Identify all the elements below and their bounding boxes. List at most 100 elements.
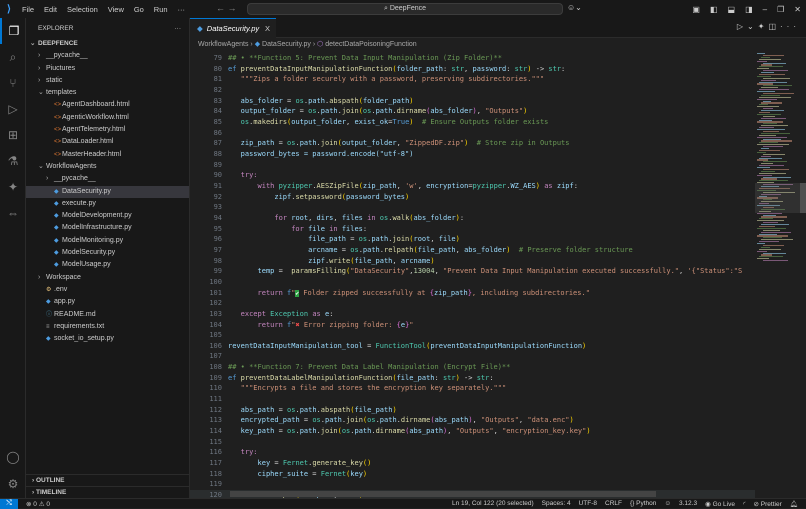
- cursor-position[interactable]: Ln 19, Col 122 (20 selected): [452, 500, 534, 507]
- tree-item[interactable]: ◆ModelInfrastructure.py: [26, 222, 189, 234]
- tree-item[interactable]: ⓘREADME.md: [26, 309, 189, 321]
- code-token: preventDataLabelManipulationFunction: [241, 374, 393, 382]
- code-token: exist_ok: [354, 118, 388, 126]
- tree-item[interactable]: ›__pycache__: [26, 50, 189, 62]
- workspace-root[interactable]: ⌄DEEPFENCE: [26, 38, 189, 50]
- tree-item[interactable]: ›Piuctures: [26, 63, 189, 75]
- tree-item[interactable]: ›Workspace: [26, 272, 189, 284]
- remote-indicator-icon[interactable]: ⤭: [0, 499, 18, 509]
- code-text: ## • **Function 5: Prevent Data Input Ma…: [228, 53, 502, 64]
- tree-item[interactable]: <>AgentTelemetry.html: [26, 124, 189, 136]
- tree-item[interactable]: ›__pycache__: [26, 173, 189, 185]
- breadcrumb-folder[interactable]: WorkflowAgents: [198, 41, 248, 48]
- tree-item[interactable]: ◆DataSecurity.py: [26, 186, 189, 198]
- copilot-edit-icon[interactable]: ✦: [758, 22, 769, 31]
- split-editor-icon[interactable]: ◫: [768, 22, 780, 31]
- search-view-icon[interactable]: ⌕: [0, 44, 26, 70]
- code-editor[interactable]: 79## • **Function 5: Prevent Data Input …: [190, 51, 755, 498]
- code-line: 83 abs_folder = os.path.abspath(folder_p…: [190, 96, 755, 107]
- back-forward-buttons[interactable]: ← →: [216, 3, 237, 13]
- copilot-status-icon[interactable]: ☺: [664, 500, 671, 507]
- menu-more[interactable]: ···: [178, 5, 186, 14]
- tree-item[interactable]: ⚙.env: [26, 284, 189, 296]
- tree-item[interactable]: ◆app.py: [26, 296, 189, 308]
- minimap[interactable]: [755, 51, 800, 498]
- tree-item[interactable]: ◆ModelSecurity.py: [26, 247, 189, 259]
- account-icon[interactable]: ◯: [0, 444, 26, 470]
- code-token: root: [291, 214, 308, 222]
- tree-item[interactable]: <>DataLoader.html: [26, 136, 189, 148]
- menu-view[interactable]: View: [108, 5, 124, 14]
- vertical-scrollbar[interactable]: [800, 51, 806, 498]
- code-token: arcname: [308, 246, 338, 254]
- menu-file[interactable]: File: [22, 5, 34, 14]
- timeline-section[interactable]: › TIMELINE: [26, 486, 190, 498]
- toggle-sidebar-icon[interactable]: ◧: [710, 5, 718, 14]
- explorer-icon[interactable]: ❐: [0, 18, 26, 44]
- notifications-bell-icon[interactable]: 🔔︎: [790, 500, 798, 508]
- tree-item[interactable]: ◆socket_io_setup.py: [26, 333, 189, 345]
- tree-item[interactable]: ›static: [26, 75, 189, 87]
- tree-item[interactable]: ◆ModelDevelopment.py: [26, 210, 189, 222]
- go-live-button[interactable]: ◉ Go Live: [705, 500, 735, 508]
- customize-layout-icon[interactable]: ▣: [692, 5, 700, 14]
- code-token: reventDataInputManipulation_tool: [228, 342, 363, 350]
- run-debug-icon[interactable]: ▷: [0, 96, 26, 122]
- toggle-panel-icon[interactable]: ⬓: [728, 5, 736, 14]
- problems-indicator[interactable]: ⊗ 0 ⚠ 0: [26, 500, 50, 508]
- tree-item[interactable]: ◆ModelMonitoring.py: [26, 235, 189, 247]
- menu-selection[interactable]: Selection: [67, 5, 98, 14]
- tree-item[interactable]: ≡requirements.txt: [26, 321, 189, 333]
- more-actions-icon[interactable]: ···: [780, 22, 800, 31]
- breadcrumb-symbol[interactable]: detectDataPoisoningFunction: [325, 41, 416, 48]
- scrollbar-thumb[interactable]: [800, 183, 806, 213]
- explorer-more-button[interactable]: ···: [175, 25, 182, 32]
- close-tab-icon[interactable]: X: [265, 24, 270, 33]
- code-token: abs_folder: [241, 97, 283, 105]
- restore-icon[interactable]: ❐: [777, 5, 784, 14]
- copilot-chat-icon[interactable]: ✦: [0, 174, 26, 200]
- tree-item[interactable]: <>MasterHeader.html: [26, 149, 189, 161]
- menu-edit[interactable]: Edit: [44, 5, 57, 14]
- remote-explorer-icon[interactable]: ⇔: [0, 200, 26, 226]
- source-control-icon[interactable]: ⑂: [0, 70, 26, 96]
- python-interpreter[interactable]: 3.12.3: [679, 500, 697, 507]
- code-token: folder_path: [363, 97, 409, 105]
- prettier-button[interactable]: ⊘ Prettier: [754, 500, 782, 508]
- toggle-secondary-sidebar-icon[interactable]: ◨: [745, 5, 753, 14]
- copilot-icon[interactable]: ☺⌄: [567, 3, 582, 12]
- encoding[interactable]: UTF-8: [579, 500, 597, 507]
- tree-item[interactable]: ◆execute.py: [26, 198, 189, 210]
- code-token: Exception: [270, 310, 308, 318]
- settings-gear-icon[interactable]: ⚙: [0, 471, 26, 497]
- language-mode[interactable]: {} Python: [630, 500, 656, 507]
- code-token: path: [308, 97, 325, 105]
- menu-go[interactable]: Go: [134, 5, 144, 14]
- run-python-icon[interactable]: ▷⌄: [737, 22, 758, 31]
- tree-item[interactable]: <>AgentDashboard.html: [26, 99, 189, 111]
- tree-item[interactable]: ⌄templates: [26, 87, 189, 99]
- menu-run[interactable]: Run: [154, 5, 168, 14]
- code-line: 91 with pyzipper.AESZipFile(zip_path, 'w…: [190, 181, 755, 192]
- tree-item[interactable]: ⌄WorkflowAgents: [26, 161, 189, 173]
- minimize-icon[interactable]: –: [763, 5, 767, 14]
- code-token: ): [586, 427, 590, 435]
- go-live-label: Go Live: [713, 501, 735, 508]
- line-ending[interactable]: CRLF: [605, 500, 622, 507]
- breadcrumb-file[interactable]: DataSecurity.py: [262, 41, 311, 48]
- code-token: "Outputs": [456, 427, 494, 435]
- tree-item[interactable]: ◆ModelUsage.py: [26, 259, 189, 271]
- testing-icon[interactable]: ⚗: [0, 148, 26, 174]
- code-token: output_folder: [291, 118, 346, 126]
- horizontal-scrollbar[interactable]: [230, 491, 656, 497]
- command-center-search[interactable]: ⌕ DeepFence: [247, 3, 563, 15]
- close-window-icon[interactable]: ✕: [794, 5, 801, 14]
- tab-datasecurity[interactable]: ◆ DataSecurity.py X: [190, 18, 276, 38]
- explorer-header: EXPLORER ···: [26, 18, 189, 38]
- extensions-icon[interactable]: ⊞: [0, 122, 26, 148]
- tree-item[interactable]: <>AgenticWorkflow.html: [26, 112, 189, 124]
- code-token: "": [241, 384, 249, 392]
- outline-section[interactable]: › OUTLINE: [26, 474, 190, 486]
- indentation[interactable]: Spaces: 4: [542, 500, 571, 507]
- minimap-viewport[interactable]: [755, 183, 800, 213]
